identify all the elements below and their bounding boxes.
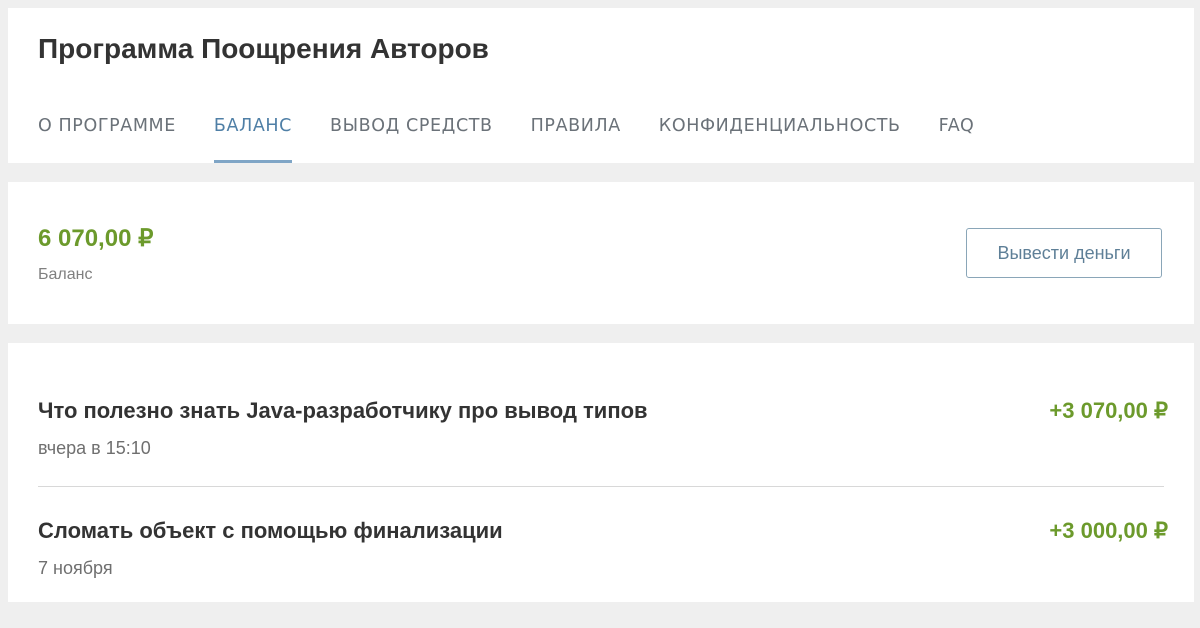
tab-bar: О программе Баланс Вывод средств Правила… [38, 115, 974, 163]
transaction-amount: +3 000,00 ₽ [1049, 518, 1168, 543]
transaction-date: 7 ноября [38, 558, 113, 578]
transaction-title[interactable]: Сломать объект с помощью финализации [38, 518, 503, 544]
balance-card: 6 070,00 ₽ Баланс Вывести деньги [8, 182, 1194, 324]
divider [38, 486, 1164, 487]
transactions-card: Что полезно знать Java-разработчику про … [8, 343, 1194, 602]
tab-faq[interactable]: FAQ [939, 115, 975, 163]
transaction-title[interactable]: Что полезно знать Java-разработчику про … [38, 398, 648, 424]
transaction-date: вчера в 15:10 [38, 438, 151, 458]
transaction-row[interactable]: Что полезно знать Java-разработчику про … [38, 398, 1168, 508]
transaction-amount: +3 070,00 ₽ [1049, 398, 1168, 423]
tab-about[interactable]: О программе [38, 115, 176, 163]
withdraw-button[interactable]: Вывести деньги [966, 228, 1162, 278]
balance-label: Баланс [38, 266, 93, 283]
tab-privacy[interactable]: Конфиденциальность [659, 115, 901, 163]
tab-rules[interactable]: Правила [531, 115, 621, 163]
header-card: Программа Поощрения Авторов О программе … [8, 8, 1194, 163]
balance-amount: 6 070,00 ₽ [38, 225, 154, 252]
tab-withdrawal[interactable]: Вывод средств [330, 115, 493, 163]
transaction-row[interactable]: Сломать объект с помощью финализации 7 н… [38, 518, 1168, 628]
tab-balance[interactable]: Баланс [213, 115, 293, 163]
page-title: Программа Поощрения Авторов [38, 33, 489, 64]
